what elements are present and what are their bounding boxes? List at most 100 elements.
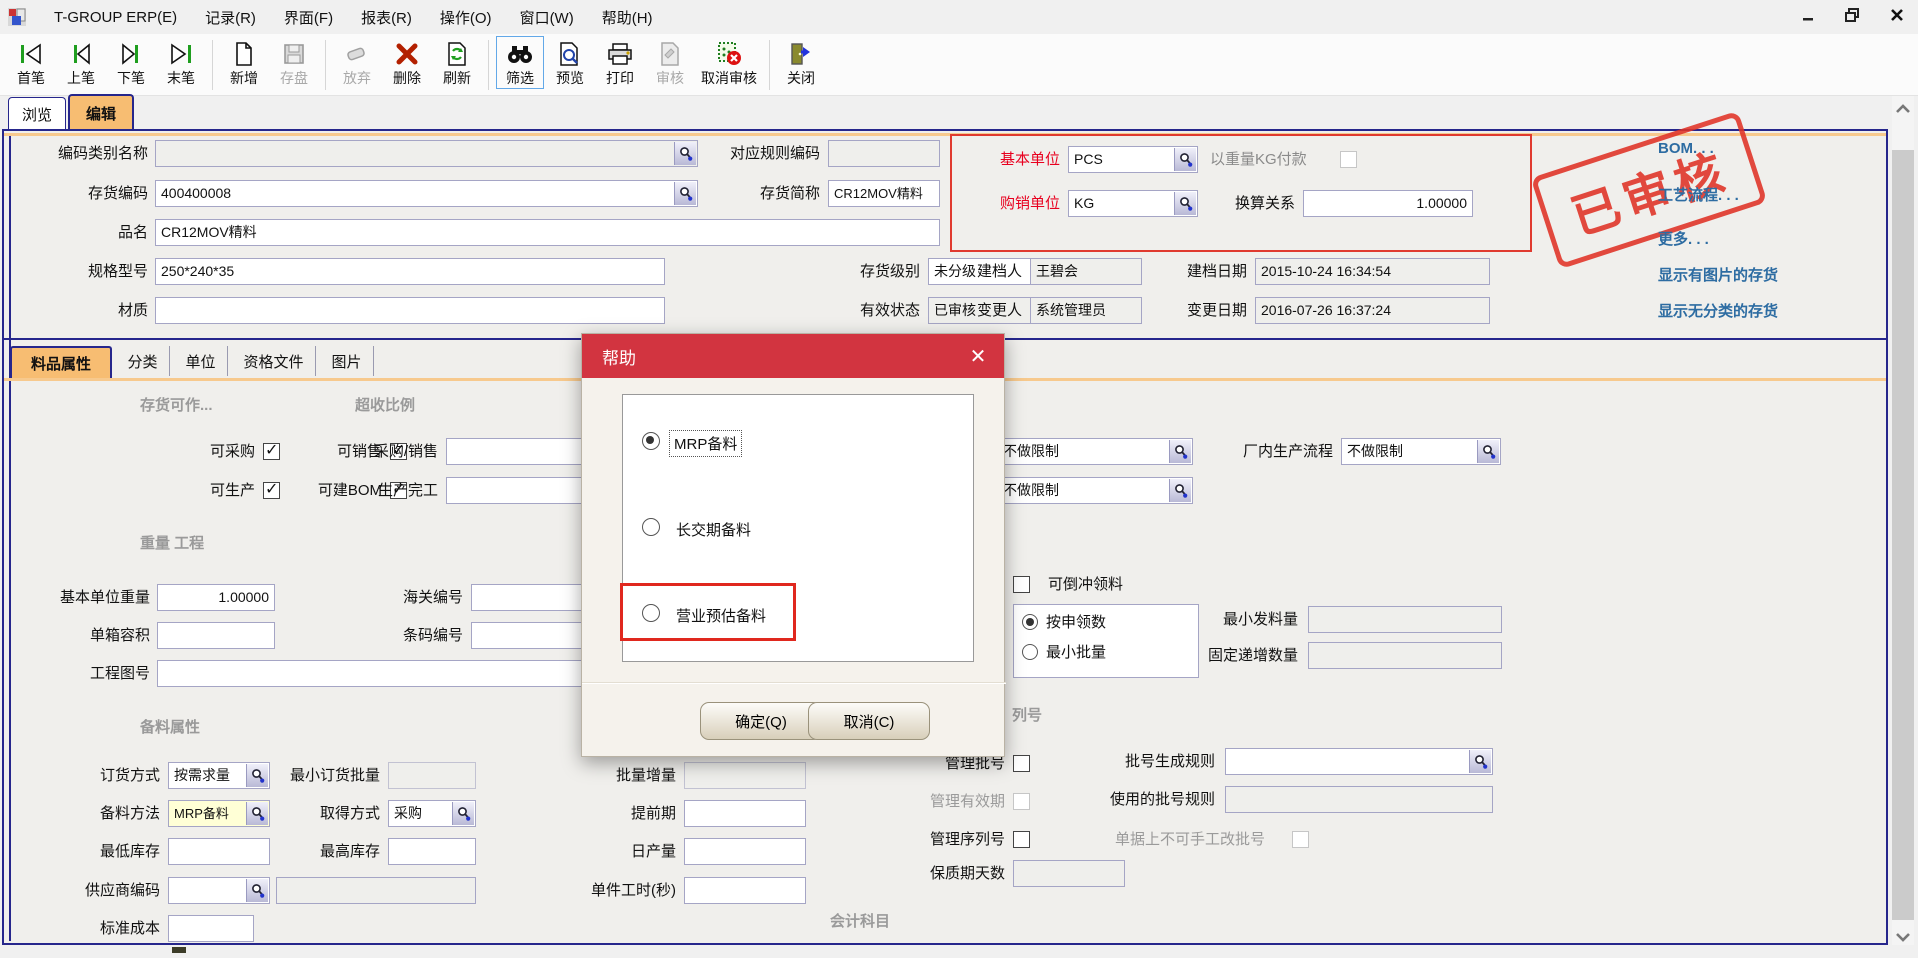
material-field[interactable] (155, 297, 665, 324)
lookup-icon[interactable] (452, 802, 474, 825)
menu-item-help[interactable]: 帮助(H) (588, 3, 667, 32)
issue-by-request-radio[interactable] (1022, 614, 1038, 630)
close-door-icon (788, 39, 814, 69)
lookup-icon[interactable] (674, 182, 696, 205)
manage-sn-checkbox[interactable] (1013, 831, 1030, 848)
audit-button: 审核 (646, 36, 694, 89)
unit-time-label: 单件工时(秒) (570, 877, 676, 904)
std-cost-field[interactable] (168, 915, 254, 942)
tab-accent-line (4, 133, 1886, 136)
option-mrp-radio[interactable] (642, 432, 660, 450)
option-long-lead-radio[interactable] (642, 518, 660, 536)
section-over-receive-title: 超收比例 (355, 394, 415, 415)
lookup-icon[interactable] (246, 802, 268, 825)
close-window-button[interactable]: 关闭 (777, 36, 825, 89)
preview-button[interactable]: 预览 (546, 36, 594, 89)
link-show-unclassified[interactable]: 显示无分类的存货 (1658, 300, 1778, 321)
link-process-flow[interactable]: 工艺流程. . . (1658, 184, 1739, 205)
menu-item-record[interactable]: 记录(R) (191, 3, 270, 32)
min-stock-field[interactable] (168, 838, 270, 865)
first-record-button[interactable]: 首笔 (7, 36, 55, 89)
lead-time-label: 提前期 (610, 800, 676, 827)
restriction-dropdown-1[interactable]: 不做限制 (997, 438, 1193, 465)
no-manual-batch-checkbox (1292, 831, 1309, 848)
lookup-icon[interactable] (246, 879, 268, 902)
subtab-unit[interactable]: 单位 (174, 346, 228, 376)
scroll-down-icon[interactable] (1894, 930, 1912, 944)
menu-item-interface[interactable]: 界面(F) (270, 3, 347, 32)
lookup-icon[interactable] (1169, 440, 1191, 463)
tab-browse[interactable]: 浏览 (8, 97, 66, 130)
stock-code-field[interactable]: 400400008 (155, 180, 698, 207)
scroll-up-icon[interactable] (1894, 102, 1912, 116)
max-stock-field[interactable] (388, 838, 476, 865)
menu-item-app[interactable]: T-GROUP ERP(E) (40, 5, 191, 30)
stock-abbr-field[interactable]: CR12MOV精料 (828, 180, 940, 207)
can-purchase-checkbox[interactable] (263, 443, 280, 460)
discard-button: 放弃 (333, 36, 381, 89)
menu-item-operation[interactable]: 操作(O) (426, 3, 506, 32)
lookup-icon[interactable] (1477, 440, 1499, 463)
lookup-icon[interactable] (674, 142, 696, 165)
lead-time-field[interactable] (684, 800, 806, 827)
cancel-audit-button[interactable]: 取消审核 (696, 36, 762, 89)
order-mode-dropdown[interactable]: 按需求量 (168, 762, 270, 789)
refresh-button[interactable]: 刷新 (433, 36, 481, 89)
stock-code-label: 存货编码 (20, 180, 148, 207)
subtab-image[interactable]: 图片 (320, 346, 374, 376)
manage-batch-checkbox[interactable] (1013, 755, 1030, 772)
link-more[interactable]: 更多. . . (1658, 228, 1709, 249)
prep-method-dropdown[interactable]: MRP备料 (168, 800, 270, 827)
previous-record-button[interactable]: 上笔 (57, 36, 105, 89)
batch-rule-dropdown[interactable] (1225, 748, 1493, 775)
new-button[interactable]: 新增 (220, 36, 268, 89)
unit-time-field[interactable] (684, 877, 806, 904)
close-button[interactable] (1886, 4, 1908, 26)
menu-item-report[interactable]: 报表(R) (347, 3, 426, 32)
filter-button[interactable]: 筛选 (496, 36, 544, 89)
box-volume-field[interactable] (157, 622, 275, 649)
dialog-close-icon[interactable]: ✕ (966, 344, 990, 368)
subtab-qualification[interactable]: 资格文件 (232, 346, 316, 376)
backflush-checkbox[interactable] (1013, 576, 1030, 593)
help-dialog-titlebar[interactable]: 帮助 ✕ (582, 334, 1004, 378)
link-bom[interactable]: BOM. . . (1658, 140, 1714, 157)
delete-button[interactable]: 删除 (383, 36, 431, 89)
code-class-field[interactable] (155, 140, 698, 167)
subtab-classification[interactable]: 分类 (116, 346, 170, 376)
cancel-button[interactable]: 取消(C) (808, 702, 930, 740)
supplier-code-dropdown[interactable] (168, 877, 270, 904)
restore-button[interactable] (1842, 4, 1864, 26)
last-record-button[interactable]: 末笔 (157, 36, 205, 89)
link-show-with-image[interactable]: 显示有图片的存货 (1658, 264, 1778, 285)
can-produce-label: 可生产 (175, 477, 255, 504)
base-weight-field[interactable]: 1.00000 (157, 584, 275, 611)
restriction-dropdown-2[interactable]: 不做限制 (997, 477, 1193, 504)
subtab-item-attributes[interactable]: 料品属性 (10, 346, 112, 379)
tab-edit[interactable]: 编辑 (68, 94, 134, 130)
spec-field[interactable]: 250*240*35 (155, 258, 665, 285)
min-issue-field (1308, 606, 1502, 633)
lookup-icon[interactable] (246, 764, 268, 787)
toolbar-separator (212, 40, 213, 90)
next-record-button[interactable]: 下笔 (107, 36, 155, 89)
can-produce-checkbox[interactable] (263, 482, 280, 499)
product-name-field[interactable]: CR12MOV精料 (155, 219, 940, 246)
option-long-lead-label[interactable]: 长交期备料 (672, 517, 755, 542)
factory-flow-dropdown[interactable]: 不做限制 (1341, 438, 1501, 465)
discard-eraser-icon (344, 39, 370, 69)
ok-button[interactable]: 确定(Q) (700, 702, 822, 740)
print-button[interactable]: 打印 (596, 36, 644, 89)
daily-output-field[interactable] (684, 838, 806, 865)
scrollbar-thumb[interactable] (1892, 150, 1914, 920)
min-batch-radio[interactable] (1022, 644, 1038, 660)
lookup-icon[interactable] (1169, 479, 1191, 502)
material-label: 材质 (20, 297, 148, 324)
min-issue-label: 最小发料量 (1210, 606, 1298, 633)
option-mrp-label[interactable]: MRP备料 (670, 431, 741, 456)
supplier-name-field (276, 877, 476, 904)
lookup-icon[interactable] (1469, 750, 1491, 773)
acquire-mode-dropdown[interactable]: 采购 (388, 800, 476, 827)
minimize-button[interactable] (1798, 4, 1820, 26)
menu-item-window[interactable]: 窗口(W) (506, 3, 588, 32)
